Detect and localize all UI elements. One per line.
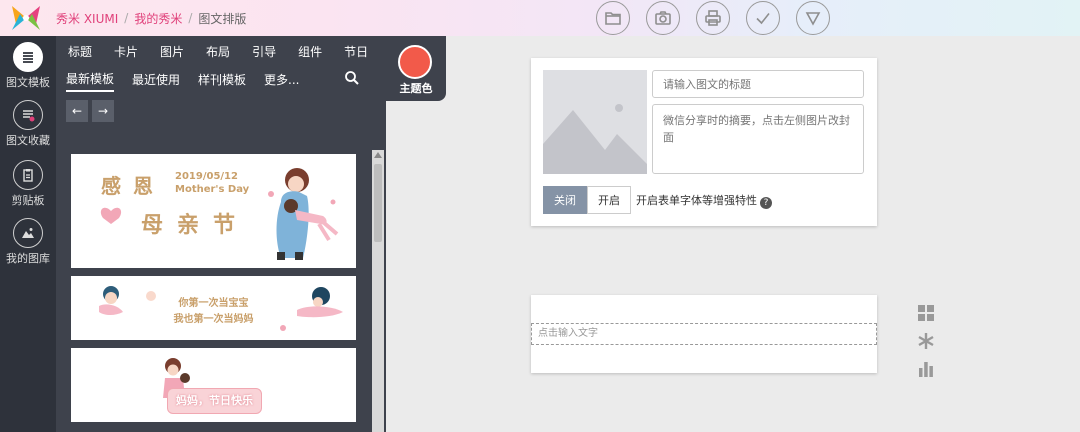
nav-item-gallery[interactable]: 我的图库 xyxy=(0,218,56,266)
scroll-thumb[interactable] xyxy=(374,164,382,242)
theme-color-label: 主题色 xyxy=(399,82,433,95)
pager: ← → xyxy=(66,100,114,122)
save-button[interactable] xyxy=(746,1,780,35)
print-icon xyxy=(705,10,721,26)
grid-icon[interactable] xyxy=(917,304,935,322)
preview-button[interactable] xyxy=(646,1,680,35)
category-image[interactable]: 图片 xyxy=(160,43,184,60)
toolbar xyxy=(596,0,830,36)
breadcrumb-my-xiumi[interactable]: 我的秀米 xyxy=(134,10,182,27)
card-banner: 妈妈，节日快乐 xyxy=(167,388,262,414)
favorites-icon xyxy=(13,100,43,130)
category-guide[interactable]: 引导 xyxy=(252,43,276,60)
xiumi-logo-icon[interactable] xyxy=(8,2,44,34)
article-header-card: 关闭 开启 开启表单字体等增强特性? xyxy=(531,58,877,226)
nav-label: 图文收藏 xyxy=(6,134,50,147)
card-title-left: 感恩 xyxy=(101,174,165,198)
top-bar: 秀米 XIUMI / 我的秀米 / 图文排版 xyxy=(0,0,1080,36)
cover-image-placeholder[interactable] xyxy=(543,70,647,174)
check-icon xyxy=(756,13,770,25)
text-block-card: 点击输入文字 xyxy=(531,295,877,373)
theme-color-swatch[interactable] xyxy=(398,45,432,79)
category-layout[interactable]: 布局 xyxy=(206,43,230,60)
open-button[interactable] xyxy=(596,1,630,35)
next-arrow-icon[interactable]: → xyxy=(92,100,114,122)
nav-label: 剪贴板 xyxy=(11,194,45,207)
brand-link[interactable]: 秀米 XIUMI xyxy=(56,10,118,27)
breadcrumb-separator: / xyxy=(188,11,193,25)
card-main-title: 母亲节 xyxy=(141,213,250,238)
template-card[interactable]: 你第一次当宝宝 我也第一次当妈妈 xyxy=(71,276,356,340)
tab-recent[interactable]: 最近使用 xyxy=(132,71,180,91)
nav-item-favorites[interactable]: 图文收藏 xyxy=(0,100,56,148)
toggle-off-button[interactable]: 关闭 xyxy=(543,186,587,214)
category-title[interactable]: 标题 xyxy=(68,43,92,60)
gallery-icon xyxy=(13,218,43,248)
nav-label: 图文模板 xyxy=(6,76,50,89)
help-icon[interactable]: ? xyxy=(760,197,772,209)
text-input-area[interactable]: 点击输入文字 xyxy=(531,323,877,345)
breadcrumb: 秀米 XIUMI / 我的秀米 / 图文排版 xyxy=(56,0,246,36)
nav-item-clipboard[interactable]: 剪贴板 xyxy=(0,160,56,208)
category-holiday[interactable]: 节日 xyxy=(344,43,368,60)
card-date: 2019/05/12 xyxy=(175,171,238,182)
category-card[interactable]: 卡片 xyxy=(114,43,138,60)
template-card[interactable]: 妈妈，节日快乐 xyxy=(71,348,356,422)
article-title-input[interactable] xyxy=(652,70,864,98)
image-placeholder-icon xyxy=(543,104,647,174)
left-nav: 图文模板 图文收藏 剪贴板 我的图库 xyxy=(0,36,56,432)
scroll-up-icon[interactable] xyxy=(374,152,382,158)
nav-item-templates[interactable]: 图文模板 xyxy=(0,42,56,90)
enhance-toggle: 关闭 开启 xyxy=(543,186,631,214)
card-subtitle: Mother's Day xyxy=(175,184,250,195)
template-scrollbar[interactable] xyxy=(372,150,384,432)
category-component[interactable]: 组件 xyxy=(298,43,322,60)
tab-more[interactable]: 更多... xyxy=(264,71,299,91)
more-button[interactable] xyxy=(796,1,830,35)
card-line-1: 你第一次当宝宝 xyxy=(178,298,249,309)
card-line-2: 我也第一次当妈妈 xyxy=(173,314,254,325)
prev-arrow-icon[interactable]: ← xyxy=(66,100,88,122)
folder-icon xyxy=(605,12,621,25)
enhance-label-text: 开启表单字体等增强特性 xyxy=(636,194,757,207)
snowflake-icon[interactable] xyxy=(917,332,935,350)
template-card[interactable]: 感恩 2019/05/12 Mother's Day 母亲节 xyxy=(71,154,356,268)
enhance-toggle-label: 开启表单字体等增强特性? xyxy=(636,192,772,209)
template-panel: 标题 卡片 图片 布局 引导 组件 节日 最新模板 最近使用 样刊模板 更多..… xyxy=(56,36,386,432)
clipboard-icon xyxy=(13,160,43,190)
bar-chart-icon[interactable] xyxy=(917,360,935,378)
breadcrumb-separator: / xyxy=(124,11,129,25)
tab-latest[interactable]: 最新模板 xyxy=(66,70,115,92)
nav-label: 我的图库 xyxy=(6,252,50,265)
search-icon[interactable] xyxy=(344,70,360,86)
camera-icon xyxy=(655,11,671,25)
list-icon xyxy=(13,42,43,72)
toggle-on-button[interactable]: 开启 xyxy=(587,186,631,214)
tab-sample[interactable]: 样刊模板 xyxy=(198,71,246,91)
breadcrumb-current: 图文排版 xyxy=(198,11,247,26)
print-button[interactable] xyxy=(696,1,730,35)
subtab-bar: 最新模板 最近使用 样刊模板 更多... xyxy=(56,68,386,94)
article-summary-input[interactable] xyxy=(652,104,864,174)
theme-color-picker[interactable]: 主题色 xyxy=(386,36,446,101)
dropdown-icon xyxy=(805,12,821,26)
